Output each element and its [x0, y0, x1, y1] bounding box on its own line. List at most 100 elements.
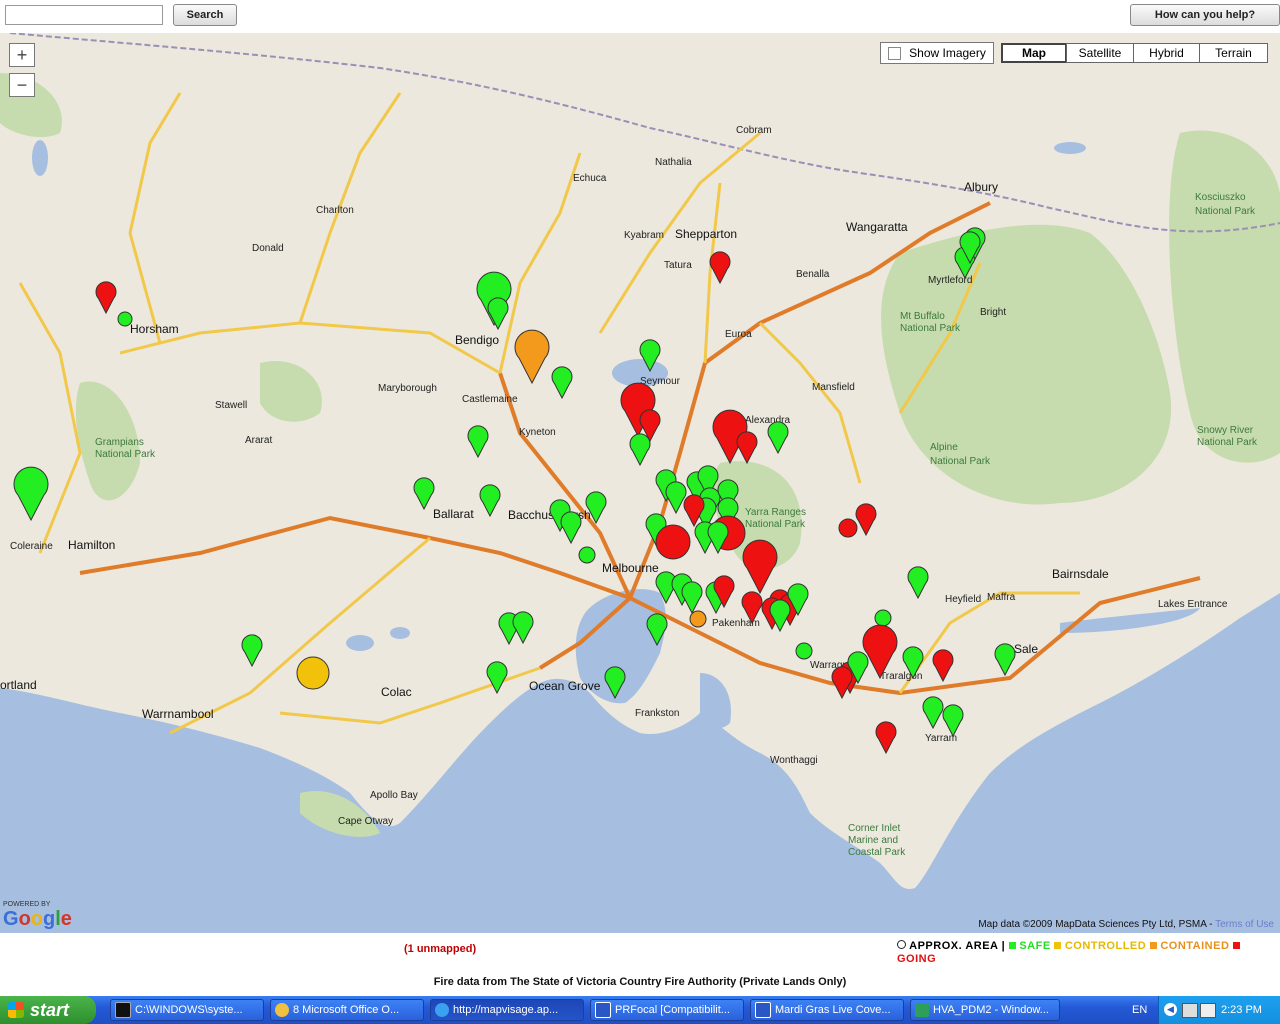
volume-icon[interactable] [1200, 1003, 1216, 1018]
fire-area-marker[interactable] [795, 642, 813, 660]
task-mardi-gras[interactable]: Mardi Gras Live Cove... [750, 999, 904, 1021]
fire-marker[interactable] [767, 421, 789, 455]
fire-marker[interactable] [639, 339, 661, 373]
word-icon [755, 1002, 771, 1018]
fire-marker[interactable] [855, 503, 877, 537]
legend-going: GOING [897, 953, 937, 965]
fire-marker[interactable] [831, 666, 853, 700]
fire-marker[interactable] [683, 494, 705, 528]
image-icon [915, 1003, 929, 1017]
fire-marker[interactable] [604, 666, 626, 700]
fire-marker[interactable] [560, 511, 582, 545]
fire-area-marker[interactable] [838, 518, 858, 538]
task-browser[interactable]: http://mapvisage.ap... [430, 999, 584, 1021]
fire-area-marker[interactable] [689, 610, 707, 628]
fire-area-marker[interactable] [874, 609, 892, 627]
network-icon[interactable] [1182, 1003, 1198, 1018]
fire-marker[interactable] [736, 431, 758, 465]
imagery-checkbox[interactable] [888, 46, 902, 60]
fire-marker[interactable] [907, 566, 929, 600]
task-cmd[interactable]: C:\WINDOWS\syste... [110, 999, 264, 1021]
fire-area-marker[interactable] [117, 311, 133, 327]
task-hva[interactable]: HVA_PDM2 - Window... [910, 999, 1060, 1021]
legend-controlled-swatch [1054, 942, 1062, 949]
task-cmd-label: C:\WINDOWS\syste... [135, 1004, 243, 1016]
fire-marker[interactable] [514, 329, 550, 385]
maptype-terrain-button[interactable]: Terrain [1199, 43, 1268, 63]
fire-area-marker[interactable] [578, 546, 596, 564]
legend-safe-swatch [1008, 942, 1016, 949]
zoom-in-button[interactable]: + [9, 43, 35, 67]
unmapped-count[interactable]: (1 unmapped) [404, 943, 476, 955]
fire-marker[interactable] [585, 491, 607, 525]
fire-marker[interactable] [13, 466, 49, 522]
fire-marker[interactable] [665, 481, 687, 515]
show-imagery-label: Show Imagery [909, 46, 986, 60]
help-button[interactable]: How can you help? [1130, 4, 1280, 26]
fire-marker[interactable] [862, 624, 898, 680]
fire-marker[interactable] [875, 721, 897, 755]
fire-marker[interactable] [922, 696, 944, 730]
fire-marker[interactable] [487, 297, 509, 331]
task-prfocal-label: PRFocal [Compatibilit... [615, 1004, 730, 1016]
fire-data-source-note: Fire data from The State of Victoria Cou… [433, 976, 847, 988]
fire-marker[interactable] [467, 425, 489, 459]
fire-marker[interactable] [932, 649, 954, 683]
system-tray: ◀ 2:23 PM [1158, 996, 1280, 1024]
windows-taskbar: start C:\WINDOWS\syste... 8 Microsoft Of… [0, 996, 1280, 1024]
legend-controlled: CONTROLLED [1064, 940, 1147, 952]
fire-marker[interactable] [742, 539, 778, 595]
tray-clock[interactable]: 2:23 PM [1221, 1004, 1262, 1016]
start-label: start [30, 999, 70, 1020]
legend-approx-area: APPROX. AREA [909, 940, 999, 952]
legend: APPROX. AREA | SAFE CONTROLLED CONTAINED… [897, 940, 1267, 966]
fire-marker[interactable] [709, 251, 731, 285]
task-office[interactable]: 8 Microsoft Office O... [270, 999, 424, 1021]
terms-of-use-link[interactable]: Terms of Use [1215, 919, 1274, 930]
fire-marker[interactable] [902, 646, 924, 680]
legend-safe: SAFE [1019, 940, 1051, 952]
maptype-hybrid-button[interactable]: Hybrid [1133, 43, 1200, 63]
below-map-panel: (1 unmapped) APPROX. AREA | SAFE CONTROL… [0, 933, 1280, 996]
fire-markers-layer [13, 227, 1016, 755]
zoom-out-button[interactable]: − [9, 73, 35, 97]
map-canvas[interactable]: Melbourne Bendigo Ballarat Shepparton Wa… [0, 33, 1280, 933]
maptype-satellite-button[interactable]: Satellite [1066, 43, 1134, 63]
office-icon [275, 1003, 289, 1017]
maptype-map-button[interactable]: Map [1001, 43, 1067, 63]
fire-marker[interactable] [479, 484, 501, 518]
fire-marker[interactable] [551, 366, 573, 400]
fire-area-marker[interactable] [655, 524, 691, 560]
fire-marker[interactable] [741, 591, 763, 625]
fire-marker[interactable] [413, 477, 435, 511]
fire-marker[interactable] [629, 433, 651, 467]
google-logo[interactable]: POWERED BY Google [3, 901, 72, 931]
task-mardi-gras-label: Mardi Gras Live Cove... [775, 1004, 891, 1016]
fire-marker[interactable] [681, 581, 703, 615]
cmd-icon [115, 1002, 131, 1018]
windows-flag-icon [8, 1002, 24, 1018]
fire-area-marker[interactable] [296, 656, 330, 690]
task-hva-label: HVA_PDM2 - Window... [933, 1004, 1049, 1016]
show-imagery-toggle[interactable]: Show Imagery [880, 42, 994, 64]
search-button[interactable]: Search [173, 4, 237, 26]
map-credit-text: Map data ©2009 MapData Sciences Pty Ltd,… [978, 919, 1216, 930]
fire-marker[interactable] [942, 704, 964, 738]
fire-marker[interactable] [486, 661, 508, 695]
task-prfocal[interactable]: PRFocal [Compatibilit... [590, 999, 744, 1021]
fire-marker[interactable] [994, 643, 1016, 677]
fire-marker[interactable] [512, 611, 534, 645]
language-indicator[interactable]: EN [1132, 1004, 1147, 1016]
legend-contained: CONTAINED [1160, 940, 1230, 952]
search-input[interactable] [5, 5, 163, 25]
fire-marker[interactable] [646, 613, 668, 647]
legend-approx-icon [897, 940, 906, 949]
fire-marker[interactable] [241, 634, 263, 668]
map-type-selector: Map Satellite Hybrid Terrain [1001, 43, 1268, 63]
start-button[interactable]: start [0, 996, 96, 1024]
tray-arrow-icon[interactable]: ◀ [1164, 1003, 1177, 1016]
map-credit: Map data ©2009 MapData Sciences Pty Ltd,… [978, 919, 1274, 930]
fire-marker[interactable] [95, 281, 117, 315]
top-toolbar: Search How can you help? [0, 0, 1280, 33]
word-icon [595, 1002, 611, 1018]
